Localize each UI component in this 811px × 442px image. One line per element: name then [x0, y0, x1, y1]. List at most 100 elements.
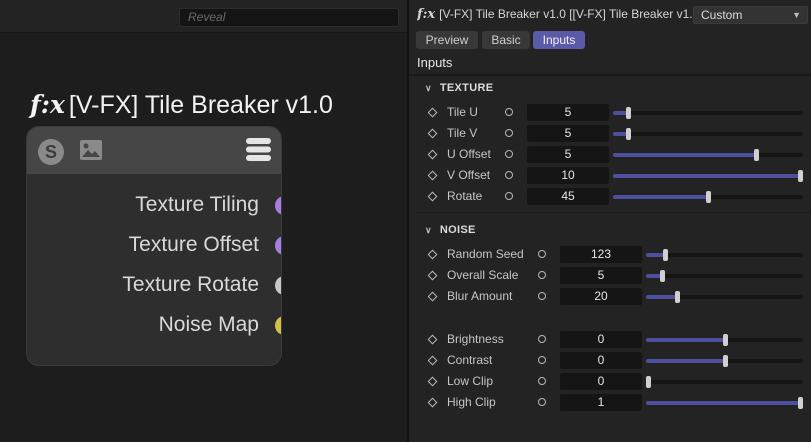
divider — [417, 212, 811, 213]
keyframe-diamond-icon[interactable] — [427, 334, 438, 345]
graph-toolbar: Reveal — [0, 0, 407, 33]
param-label: V Offset — [447, 168, 491, 182]
output-port-dot[interactable] — [275, 196, 281, 215]
param-value-field[interactable]: 20 — [560, 288, 642, 305]
slider-fill — [613, 153, 756, 157]
param-row-blur-amount: Blur Amount 20 — [409, 288, 811, 305]
param-value-field[interactable]: 0 — [560, 331, 642, 348]
keyframe-diamond-icon[interactable] — [427, 107, 438, 118]
param-slider[interactable] — [613, 191, 803, 203]
node-port-row: Texture Offset — [27, 230, 281, 260]
link-circle-icon[interactable] — [505, 108, 513, 116]
slider-handle[interactable] — [646, 376, 651, 388]
param-value-field[interactable]: 5 — [560, 267, 642, 284]
image-icon[interactable] — [79, 139, 103, 161]
param-slider[interactable] — [646, 334, 803, 346]
node-header: S — [27, 127, 281, 174]
link-circle-icon[interactable] — [505, 129, 513, 137]
keyframe-diamond-icon[interactable] — [427, 397, 438, 408]
slider-handle[interactable] — [626, 107, 632, 119]
keyframe-diamond-icon[interactable] — [427, 291, 438, 302]
param-value-field[interactable]: 0 — [560, 373, 642, 390]
keyframe-diamond-icon[interactable] — [427, 355, 438, 366]
link-circle-icon[interactable] — [538, 356, 546, 364]
param-slider[interactable] — [613, 170, 803, 182]
keyframe-diamond-icon[interactable] — [427, 191, 438, 202]
link-circle-icon[interactable] — [505, 171, 513, 179]
slider-handle[interactable] — [659, 270, 665, 282]
node-card[interactable]: S Texture Tiling Texture Offset Texture Ro… — [26, 126, 282, 366]
param-slider[interactable] — [613, 128, 803, 140]
param-value-field[interactable]: 123 — [560, 246, 642, 263]
link-circle-icon[interactable] — [505, 150, 513, 158]
param-value-field[interactable]: 5 — [527, 104, 609, 121]
param-slider[interactable] — [646, 355, 803, 367]
slider-handle[interactable] — [722, 334, 728, 346]
link-circle-icon[interactable] — [505, 192, 513, 200]
param-row-low-clip: Low Clip 0 — [409, 373, 811, 390]
param-value-field[interactable]: 0 — [560, 352, 642, 369]
keyframe-diamond-icon[interactable] — [427, 270, 438, 281]
param-label: Random Seed — [447, 247, 524, 261]
chevron-down-icon: ∨ — [425, 225, 432, 235]
keyframe-diamond-icon[interactable] — [427, 170, 438, 181]
tab-preview[interactable]: Preview — [416, 31, 478, 49]
tab-inputs[interactable]: Inputs — [533, 31, 585, 49]
keyframe-diamond-icon[interactable] — [427, 249, 438, 260]
slider-handle[interactable] — [706, 191, 711, 203]
slider-handle[interactable] — [675, 291, 681, 303]
section-noise-header[interactable]: ∨ NOISE — [425, 224, 476, 236]
param-row-random-seed: Random Seed 123 — [409, 246, 811, 263]
port-label: Texture Offset — [128, 233, 259, 256]
param-value-field[interactable]: 45 — [527, 188, 609, 205]
slider-fill — [646, 295, 678, 299]
section-title: TEXTURE — [439, 82, 494, 94]
output-port-dot[interactable] — [275, 236, 281, 255]
slider-handle[interactable] — [798, 397, 803, 409]
param-slider[interactable] — [646, 291, 803, 303]
link-circle-icon[interactable] — [538, 398, 546, 406]
node-port-row: Texture Rotate — [27, 270, 281, 300]
param-label: Brightness — [447, 332, 504, 346]
fx-icon: f:x — [30, 90, 65, 119]
param-row-tile-v: Tile V 5 — [409, 125, 811, 142]
param-value-field[interactable]: 5 — [527, 125, 609, 142]
link-circle-icon[interactable] — [538, 335, 546, 343]
menu-icon[interactable] — [246, 137, 271, 162]
param-value-field[interactable]: 10 — [527, 167, 609, 184]
link-circle-icon[interactable] — [538, 250, 546, 258]
link-circle-icon[interactable] — [538, 377, 546, 385]
preset-dropdown[interactable]: Custom ▼ — [693, 6, 808, 24]
slider-handle[interactable] — [662, 249, 668, 261]
slider-handle[interactable] — [753, 149, 759, 161]
param-slider[interactable] — [646, 249, 803, 261]
slider-fill — [646, 338, 725, 342]
param-value-field[interactable]: 5 — [527, 146, 609, 163]
slider-fill — [613, 195, 708, 199]
keyframe-diamond-icon[interactable] — [427, 149, 438, 160]
reveal-search-input[interactable]: Reveal — [179, 8, 399, 27]
slider-handle[interactable] — [798, 170, 803, 182]
output-port-dot[interactable] — [275, 316, 281, 335]
param-slider[interactable] — [646, 270, 803, 282]
param-row-contrast: Contrast 0 — [409, 352, 811, 369]
output-port-dot[interactable] — [275, 276, 281, 295]
link-circle-icon[interactable] — [538, 292, 546, 300]
param-slider[interactable] — [646, 397, 803, 409]
param-slider[interactable] — [613, 107, 803, 119]
param-value-field[interactable]: 1 — [560, 394, 642, 411]
section-texture-header[interactable]: ∨ TEXTURE — [425, 82, 493, 94]
param-slider[interactable] — [613, 149, 803, 161]
link-circle-icon[interactable] — [538, 271, 546, 279]
slider-handle[interactable] — [626, 128, 632, 140]
slider-handle[interactable] — [722, 355, 728, 367]
node-graph-canvas[interactable]: Reveal f:x [V-FX] Tile Breaker v1.0 S Tex… — [0, 0, 407, 442]
slider-fill — [646, 401, 803, 405]
keyframe-diamond-icon[interactable] — [427, 128, 438, 139]
param-slider[interactable] — [646, 376, 803, 388]
keyframe-diamond-icon[interactable] — [427, 376, 438, 387]
s-icon[interactable]: S — [38, 139, 64, 165]
param-label: Blur Amount — [447, 289, 513, 303]
param-label: Low Clip — [447, 374, 494, 388]
tab-basic[interactable]: Basic — [482, 31, 530, 49]
